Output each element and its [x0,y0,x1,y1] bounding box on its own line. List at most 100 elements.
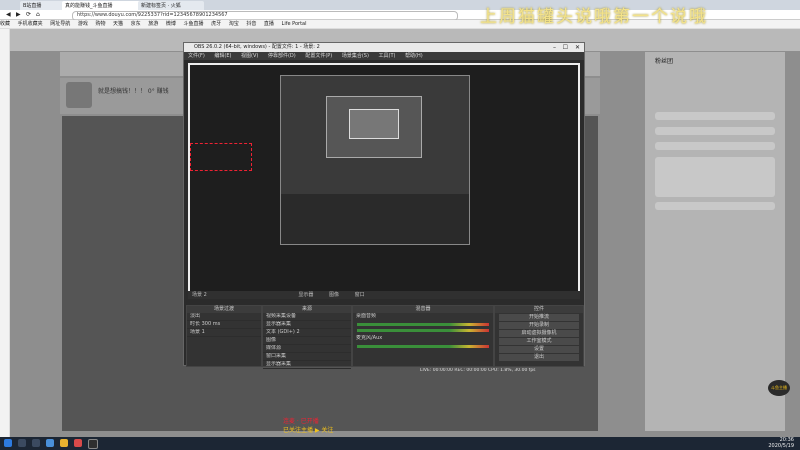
volume-slider[interactable] [357,329,489,332]
forward-icon[interactable]: ▶ [16,11,21,18]
bookmark-item[interactable]: 购物 [95,21,105,27]
source-row[interactable]: 文本 (GDI+) 2 [263,329,351,337]
toolbar-item[interactable]: 图像 [329,292,339,298]
dock-row[interactable]: 场景 1 [187,329,261,337]
menu-item[interactable]: 工具(T) [379,53,396,59]
obs-status-bar: LIVE: 00:00:00 REC: 00:00:00 CPU: 1.8%, … [420,368,536,373]
close-icon[interactable]: ✕ [575,43,580,52]
nested-obs-docks [281,194,469,244]
controls-dock: 控件 开始推流 开始录制 启动虚拟摄像机 工作室模式 设置 退出 [494,305,584,367]
exit-button[interactable]: 退出 [499,354,579,361]
chat-message [655,157,775,197]
streamer-badge: 斗鱼主播 [768,380,790,396]
minimize-icon[interactable]: – [553,43,556,52]
bookmark-item[interactable]: 抖音 [246,21,256,27]
menu-item[interactable]: 文件(F) [188,53,205,59]
source-row[interactable]: 显示器采集 [263,361,351,369]
source-row[interactable]: 媒体源 [263,345,351,353]
folder-icon[interactable] [60,439,68,447]
url-text: https://www.douyu.com/9225337?rid=123456… [77,12,228,18]
system-clock[interactable]: 20:36 2020/5/19 [768,437,794,449]
dock-header: 控件 [495,306,583,313]
clock-date: 2020/5/19 [768,442,794,449]
bookmark-item[interactable]: 手机收藏夹 [18,21,43,27]
windows-taskbar: 20:36 2020/5/19 [0,437,800,450]
nested-obs-preview [326,96,422,158]
search-icon[interactable] [18,439,26,447]
scene-transitions-dock: 场景过渡 淡出 时长 300 ms 场景 1 [186,305,262,367]
mixer-channel-label: 麦克风/Aux [356,335,383,341]
audio-mixer-dock: 混音器 桌面音频 麦克风/Aux [352,305,494,367]
obs-title-bar: OBS 26.0.2 (64-bit, windows) - 配置文件: 1 -… [184,43,584,52]
dock-header: 混音器 [353,306,493,313]
bookmark-item[interactable]: 微博 [166,21,176,27]
nested-obs-preview [349,109,399,139]
browser-tab-label: 新建标签页 · 火狐 [141,3,181,9]
stream-status-text: 连麦 · 已开播 [283,418,319,425]
obs-menu-bar: 文件(F) 编辑(E) 视图(V) 停靠部件(D) 配置文件(P) 场景集合(S… [184,52,584,60]
menu-item[interactable]: 编辑(E) [214,53,231,59]
obs-window-title: OBS 26.0.2 (64-bit, windows) - 配置文件: 1 -… [194,44,320,50]
home-icon[interactable]: ⌂ [36,11,40,18]
back-icon[interactable]: ◀ [6,11,11,18]
bookmark-item[interactable]: 天猫 [113,21,123,27]
chat-message [655,127,775,135]
source-row[interactable]: 视频采集设备 [263,313,351,321]
reload-icon[interactable]: ⟳ [26,11,31,18]
dock-header: 场景过渡 [187,306,261,313]
toolbar-item[interactable]: 显示器 [298,292,313,298]
bookmark-item[interactable]: 淘宝 [229,21,239,27]
follow-text[interactable]: 已关注主播 ▶ 关注 [283,425,333,434]
obs-icon[interactable] [88,439,98,449]
chat-panel: 粉丝团 [645,52,785,431]
start-recording-button[interactable]: 开始录制 [499,322,579,329]
stream-overlay-title: 上周猫罐头说哦第一个说哦 [480,7,708,27]
dock-row[interactable]: 时长 300 ms [187,321,261,329]
start-virtual-camera-button[interactable]: 启动虚拟摄像机 [499,330,579,337]
chat-message [655,142,775,150]
obs-preview-canvas[interactable] [188,63,580,299]
browser-tab-label: 真的能赚钱_斗鱼直播 [65,3,113,9]
obs-window: OBS 26.0.2 (64-bit, windows) - 配置文件: 1 -… [183,42,585,369]
bookmark-item[interactable]: 游戏 [78,21,88,27]
app-icon[interactable] [74,439,82,447]
volume-meter [357,345,489,348]
task-view-icon[interactable] [32,439,40,447]
maximize-icon[interactable]: ☐ [563,43,568,52]
studio-mode-button[interactable]: 工作室模式 [499,338,579,345]
settings-button[interactable]: 设置 [499,346,579,353]
bookmark-item[interactable]: 虎牙 [211,21,221,27]
bookmark-item[interactable]: 网址导航 [50,21,70,27]
start-icon[interactable] [4,439,12,447]
dock-row[interactable]: 淡出 [187,313,261,321]
menu-item[interactable]: 场景集合(S) [342,53,369,59]
bookmark-item[interactable]: 直播 [264,21,274,27]
current-scene-label: 场景 2 [192,292,207,298]
streamer-avatar[interactable] [66,82,92,108]
start-streaming-button[interactable]: 开始推流 [499,314,579,321]
toolbar-item[interactable]: 窗口 [355,292,365,298]
browser-icon[interactable] [46,439,54,447]
mixer-channel-label: 桌面音频 [356,313,377,319]
menu-item[interactable]: 帮助(H) [405,53,423,59]
chat-message [655,202,775,210]
source-row[interactable]: 图像 [263,337,351,345]
browser-tab-label: B站直播 [23,3,42,9]
source-row[interactable]: 窗口采集 [263,353,351,361]
chat-message [655,112,775,120]
selection-box [190,143,252,171]
chat-header: 粉丝团 [655,58,674,65]
volume-meter [357,323,489,326]
dock-header: 来源 [263,306,351,313]
bookmark-item[interactable]: 京东 [131,21,141,27]
bookmark-item[interactable]: 旅游 [148,21,158,27]
bookmark-item[interactable]: Life Portal [282,21,307,27]
menu-item[interactable]: 配置文件(P) [305,53,332,59]
source-row[interactable]: 显示器采集 [263,321,351,329]
browser-sidebar [0,29,10,437]
menu-item[interactable]: 视图(V) [241,53,258,59]
obs-source-bar: 场景 2 显示器 图像 窗口 [188,291,580,299]
menu-item[interactable]: 停靠部件(D) [268,53,296,59]
bookmark-item[interactable]: 斗鱼直播 [183,21,203,27]
bookmark-item[interactable]: 收藏 [0,21,10,27]
